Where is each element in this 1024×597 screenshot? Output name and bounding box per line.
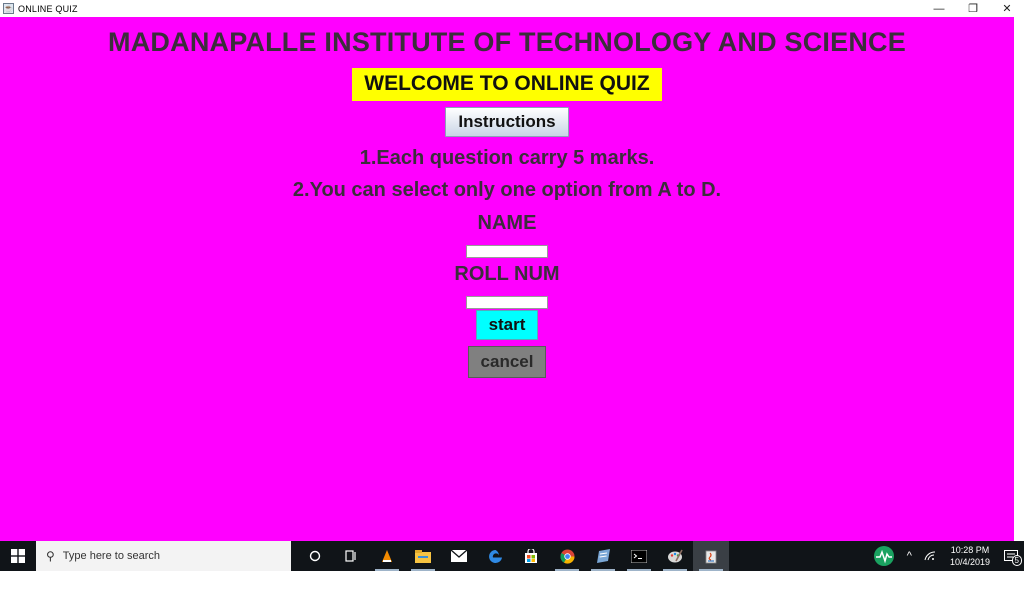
search-icon: ⚲	[46, 549, 55, 563]
window-controls: — ❐ ✕	[922, 0, 1024, 17]
taskbar-clock[interactable]: 10:28 PM 10/4/2019	[942, 544, 998, 568]
windows-taskbar: ⚲ Type here to search ^ 10:28 PM 10/4/20…	[0, 541, 1024, 571]
name-field-row	[0, 241, 1014, 259]
screen-bottom-margin	[0, 571, 1024, 597]
taskbar-search-box[interactable]: ⚲ Type here to search	[36, 541, 291, 571]
file-explorer-icon[interactable]	[405, 541, 441, 571]
name-input[interactable]	[466, 245, 548, 258]
notification-icon[interactable]: 5	[998, 541, 1024, 571]
window-titlebar: ☕ ONLINE QUIZ — ❐ ✕	[0, 0, 1024, 17]
java-app-icon: ☕	[3, 3, 14, 14]
mail-icon[interactable]	[441, 541, 477, 571]
store-icon[interactable]	[513, 541, 549, 571]
instructions-row: Instructions	[0, 107, 1014, 137]
close-button[interactable]: ✕	[990, 0, 1024, 17]
quiz-panel: MADANAPALLE INSTITUTE OF TECHNOLOGY AND …	[0, 17, 1014, 541]
vlc-icon[interactable]	[369, 541, 405, 571]
clock-date: 10/4/2019	[949, 557, 990, 567]
roll-num-label: ROLL NUM	[454, 263, 560, 285]
roll-num-input[interactable]	[466, 296, 548, 309]
network-monitor-icon[interactable]	[867, 541, 901, 571]
instruction-rule-2: 2.You can select only one option from A …	[292, 179, 722, 201]
restore-button[interactable]: ❐	[956, 0, 990, 17]
welcome-banner: WELCOME TO ONLINE QUIZ	[352, 68, 662, 101]
instruction-rule-1: 1.Each question carry 5 marks.	[359, 147, 655, 169]
welcome-row: WELCOME TO ONLINE QUIZ	[0, 68, 1014, 101]
notepad-icon[interactable]	[585, 541, 621, 571]
start-row: start	[0, 310, 1014, 340]
taskbar-pinned-apps	[297, 541, 729, 571]
window-right-edge	[1014, 17, 1024, 541]
windows-start-icon[interactable]	[0, 541, 36, 571]
cortana-icon[interactable]	[297, 541, 333, 571]
instructions-button[interactable]: Instructions	[445, 107, 569, 137]
wifi-icon[interactable]	[918, 541, 942, 571]
paint-icon[interactable]	[657, 541, 693, 571]
edge-icon[interactable]	[477, 541, 513, 571]
minimize-button[interactable]: —	[922, 0, 956, 17]
roll-field-row	[0, 292, 1014, 310]
name-label: NAME	[477, 212, 537, 234]
chrome-icon[interactable]	[549, 541, 585, 571]
start-button[interactable]: start	[475, 310, 539, 340]
notification-count: 5	[1011, 555, 1022, 566]
chevron-up-icon[interactable]: ^	[901, 541, 918, 571]
search-placeholder: Type here to search	[62, 550, 161, 562]
terminal-icon[interactable]	[621, 541, 657, 571]
cancel-button[interactable]: cancel	[467, 346, 547, 378]
institute-heading: MADANAPALLE INSTITUTE OF TECHNOLOGY AND …	[108, 27, 906, 57]
task-view-icon[interactable]	[333, 541, 369, 571]
java-icon[interactable]	[693, 541, 729, 571]
clock-time: 10:28 PM	[950, 545, 990, 555]
window-title: ONLINE QUIZ	[18, 3, 78, 14]
cancel-row: cancel	[0, 346, 1014, 378]
system-tray: ^ 10:28 PM 10/4/2019 5	[867, 541, 1024, 571]
